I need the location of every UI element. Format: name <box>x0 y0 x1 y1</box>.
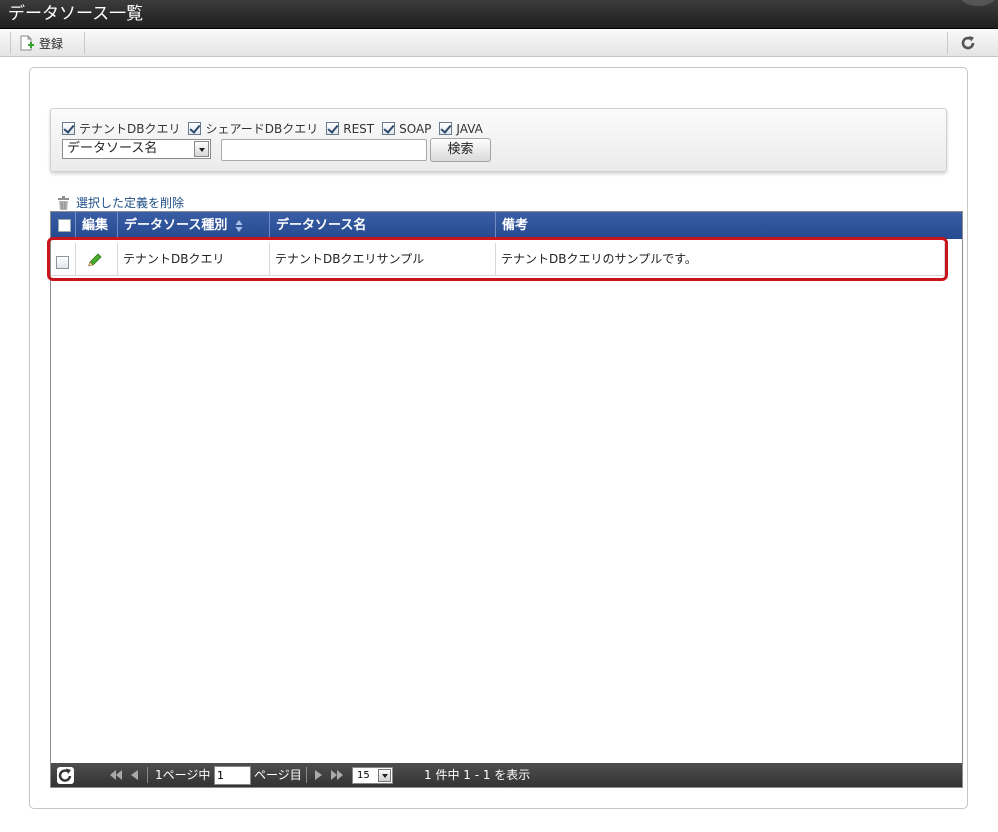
register-button-label: 登録 <box>39 36 64 51</box>
filter-checkbox[interactable] <box>439 122 453 135</box>
chevron-down-icon[interactable] <box>378 769 391 782</box>
window-title: データソース一覧 <box>8 4 144 24</box>
filter-label: JAVA <box>456 121 483 136</box>
filter-label: シェアードDBクエリ <box>205 122 319 136</box>
filter-rest[interactable]: REST <box>326 122 374 136</box>
pager-divider <box>306 767 307 783</box>
refresh-icon <box>58 768 72 782</box>
header-name[interactable]: データソース名 <box>270 212 496 239</box>
trash-icon <box>58 195 69 210</box>
filter-checkbox[interactable] <box>188 122 202 135</box>
filter-checkbox[interactable] <box>326 122 340 135</box>
toolbar-separator <box>10 32 11 54</box>
page-size-value: 15 <box>357 770 370 781</box>
new-document-icon <box>20 35 34 51</box>
next-page-icon[interactable] <box>314 769 323 781</box>
filter-label: SOAP <box>399 121 432 136</box>
type-filter-row: テナントDBクエリ シェアードDBクエリ REST SOAP JAVA <box>62 120 491 137</box>
pager: 1ページ中 1 ページ目 15 1 件中 1 - 1 を表示 <box>51 763 962 787</box>
pager-page-prefix: 1ページ中 <box>155 768 211 782</box>
search-field-select[interactable]: データソース名 <box>62 139 211 159</box>
filter-shared-db-query[interactable]: シェアードDBクエリ <box>188 120 318 137</box>
header-edit: 編集 <box>76 212 118 239</box>
page-number-input[interactable]: 1 <box>214 766 251 785</box>
search-field-select-value: データソース名 <box>67 141 158 156</box>
filter-tenant-db-query[interactable]: テナントDBクエリ <box>62 120 180 137</box>
last-page-icon[interactable] <box>330 769 344 781</box>
delete-selected-link[interactable]: 選択した定義を削除 <box>57 194 184 211</box>
search-panel: テナントDBクエリ シェアードDBクエリ REST SOAP JAVA データソ… <box>50 108 947 172</box>
filter-label: REST <box>343 121 375 136</box>
delete-selected-label: 選択した定義を削除 <box>76 196 185 210</box>
window-titlebar: データソース一覧 <box>0 0 998 29</box>
header-select-cell <box>51 212 76 239</box>
register-button[interactable]: 登録 <box>20 33 63 53</box>
filter-soap[interactable]: SOAP <box>382 122 431 136</box>
header-type-label: データソース種別 <box>124 218 228 233</box>
grid-header: 編集 データソース種別 データソース名 備考 <box>51 212 962 239</box>
row-highlight-annotation <box>47 237 948 281</box>
pager-divider <box>147 767 148 783</box>
datasource-grid: 編集 データソース種別 データソース名 備考 テナントDBクエリ テナントDBク… <box>50 211 963 788</box>
search-keyword-input[interactable] <box>221 139 427 161</box>
sort-icon[interactable] <box>235 219 243 233</box>
first-page-icon[interactable] <box>109 769 123 781</box>
toolbar: 登録 <box>0 29 998 57</box>
pager-refresh-button[interactable] <box>57 767 74 784</box>
window-corner-decoration <box>960 0 996 6</box>
prev-page-icon[interactable] <box>130 769 139 781</box>
pager-page-suffix: ページ目 <box>254 768 302 782</box>
pager-summary: 1 件中 1 - 1 を表示 <box>424 768 531 782</box>
filter-label: テナントDBクエリ <box>79 122 181 136</box>
filter-checkbox[interactable] <box>382 122 396 135</box>
select-all-checkbox[interactable] <box>58 219 71 232</box>
refresh-icon[interactable] <box>960 35 976 51</box>
header-note[interactable]: 備考 <box>496 212 962 239</box>
toolbar-separator <box>947 32 948 54</box>
search-button[interactable]: 検索 <box>430 138 491 162</box>
filter-checkbox[interactable] <box>62 122 75 135</box>
filter-java[interactable]: JAVA <box>439 121 483 136</box>
page-size-select[interactable]: 15 <box>352 767 393 784</box>
toolbar-separator <box>84 32 85 54</box>
chevron-down-icon[interactable] <box>194 141 209 157</box>
header-type[interactable]: データソース種別 <box>118 212 270 239</box>
